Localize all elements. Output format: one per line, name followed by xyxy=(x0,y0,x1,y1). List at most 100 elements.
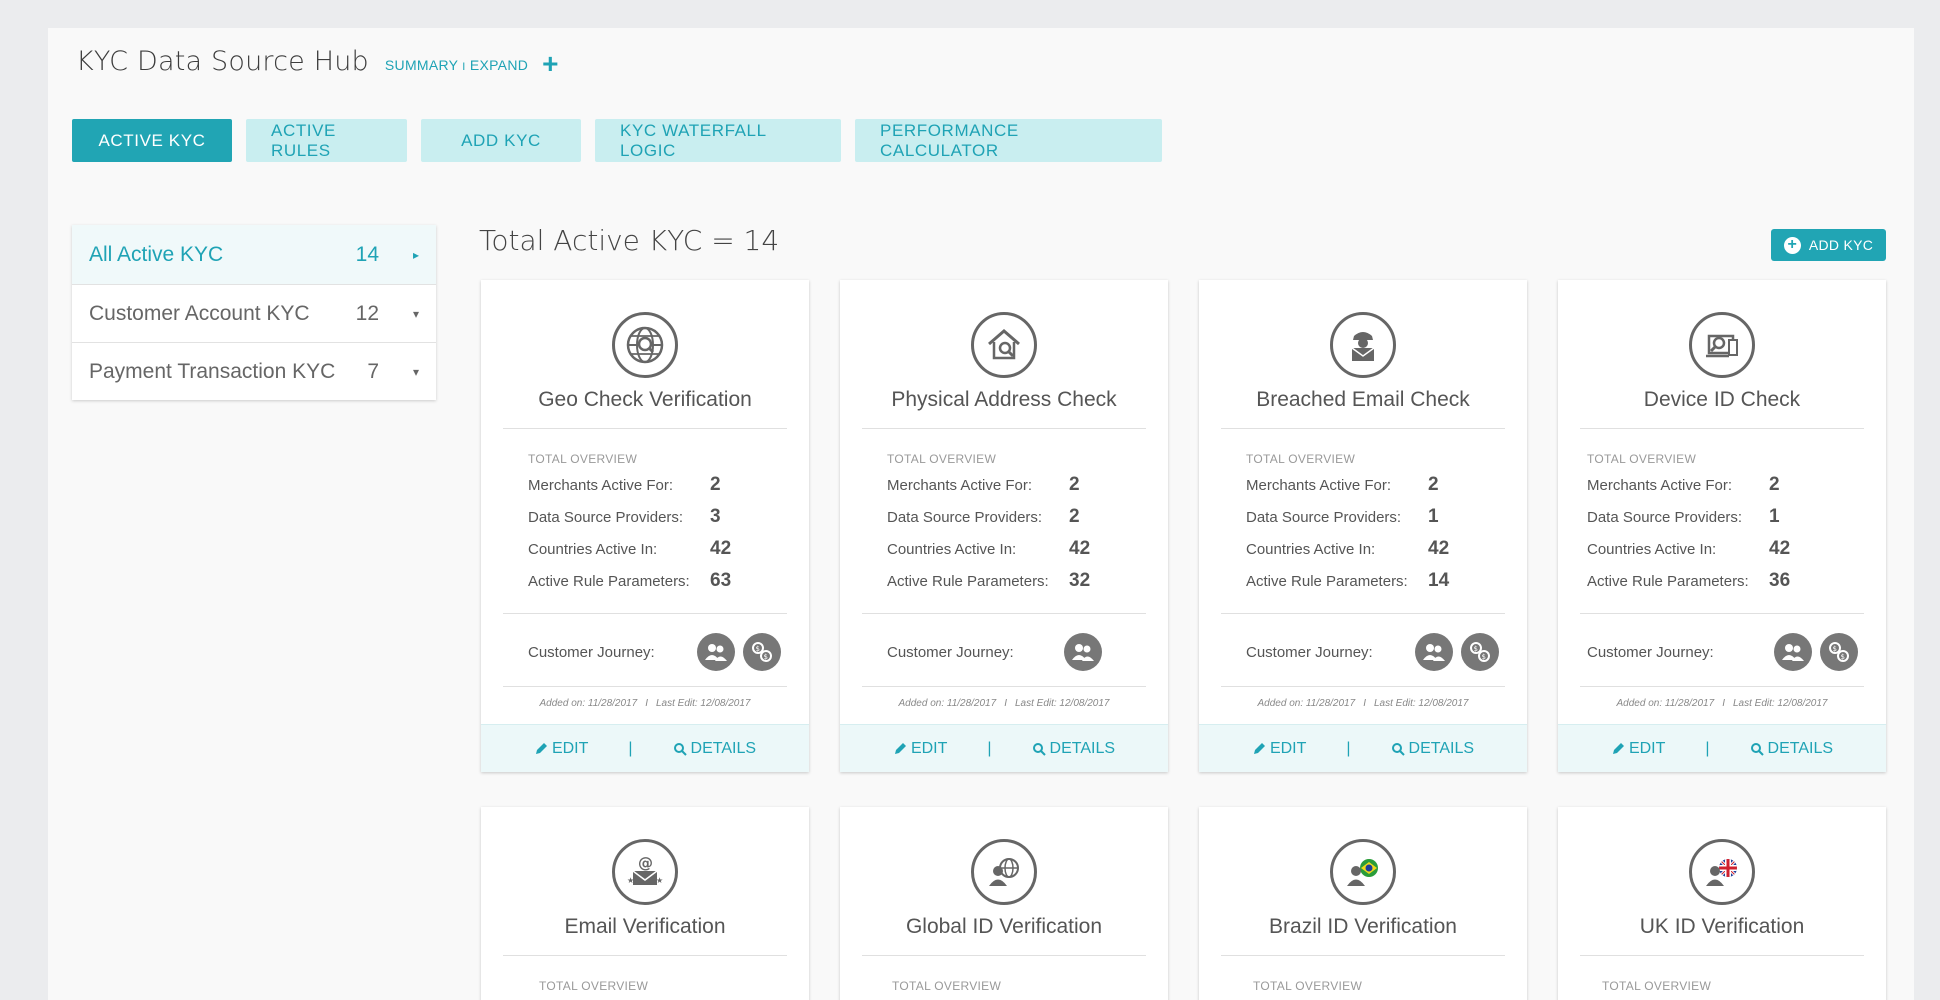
kyc-card-global-id: Global ID Verification TOTAL OVERVIEW xyxy=(840,807,1168,1000)
stat-value: 3 xyxy=(710,506,721,527)
divider xyxy=(1580,613,1864,614)
view-toggle-separator: I xyxy=(462,61,466,73)
pencil-icon xyxy=(535,742,547,754)
details-label: DETAILS xyxy=(1408,739,1475,757)
kyc-card-physical-address: Physical Address Check TOTAL OVERVIEW Me… xyxy=(840,280,1168,772)
action-separator: | xyxy=(628,739,633,757)
divider xyxy=(503,955,787,956)
stat-value: 32 xyxy=(1069,570,1091,591)
overview-label: TOTAL OVERVIEW xyxy=(1253,979,1363,993)
divider xyxy=(503,686,787,687)
edit-button[interactable]: EDIT xyxy=(1252,740,1306,758)
stat-providers: Data Source Providers: 3 xyxy=(528,506,721,528)
payment-journey-icon: $ $ xyxy=(1820,633,1858,671)
stat-value: 1 xyxy=(1428,506,1439,527)
last-edit-date: Last Edit: 12/08/2017 xyxy=(1732,698,1828,709)
svg-text:★: ★ xyxy=(656,876,663,885)
date-separator: I xyxy=(645,698,648,709)
pencil-icon xyxy=(1612,742,1624,754)
plus-icon[interactable]: + xyxy=(542,50,558,78)
stat-merchants: Merchants Active For: 2 xyxy=(1246,474,1439,496)
edit-button[interactable]: EDIT xyxy=(1611,740,1665,758)
stat-countries: Countries Active In: 42 xyxy=(1587,538,1790,560)
edit-button[interactable]: EDIT xyxy=(893,740,947,758)
divider xyxy=(1221,686,1505,687)
card-dates: Added on: 11/28/2017 I Last Edit: 12/08/20… xyxy=(1199,698,1527,709)
stat-label: Active Rule Parameters: xyxy=(528,572,690,590)
stat-label: Merchants Active For: xyxy=(1246,476,1392,494)
stat-label: Data Source Providers: xyxy=(1246,508,1402,526)
customer-journey: Customer Journey: $ $ xyxy=(1246,632,1499,672)
details-button[interactable]: DETAILS xyxy=(1391,739,1475,758)
date-separator: I xyxy=(1722,698,1725,709)
divider xyxy=(1580,428,1864,429)
stat-value: 42 xyxy=(1428,538,1450,559)
caret-down-icon: ▾ xyxy=(412,364,419,379)
sidebar-item-count: 14 xyxy=(355,242,379,266)
account-journey-icon xyxy=(1064,633,1102,671)
person-globe-icon xyxy=(971,839,1037,905)
stat-value: 2 xyxy=(1069,506,1080,527)
overview-label: TOTAL OVERVIEW xyxy=(887,452,997,466)
tab-add-kyc[interactable]: ADD KYC xyxy=(421,119,581,162)
svg-text:$: $ xyxy=(756,645,760,653)
stat-rules: Active Rule Parameters: 32 xyxy=(887,570,1090,592)
summary-link[interactable]: SUMMARY xyxy=(385,57,458,73)
tab-kyc-waterfall-logic[interactable]: KYC WATERFALL LOGIC xyxy=(595,119,841,162)
card-actions: EDIT | DETAILS xyxy=(1199,724,1527,772)
last-edit-date: Last Edit: 12/08/2017 xyxy=(1373,698,1469,709)
stat-label: Data Source Providers: xyxy=(528,508,684,526)
svg-text:$: $ xyxy=(1833,645,1837,653)
stat-value: 36 xyxy=(1769,570,1791,591)
stat-label: Merchants Active For: xyxy=(1587,476,1733,494)
pencil-icon xyxy=(894,742,906,754)
tab-active-rules[interactable]: ACTIVE RULES xyxy=(246,119,407,162)
tab-bar: ACTIVE KYC ACTIVE RULES ADD KYC KYC WATE… xyxy=(72,119,1162,162)
search-icon xyxy=(673,742,687,756)
journey-label: Customer Journey: xyxy=(1246,643,1373,661)
card-dates: Added on: 11/28/2017 I Last Edit: 12/08/20… xyxy=(840,698,1168,709)
edit-label: EDIT xyxy=(1269,739,1307,757)
overview-label: TOTAL OVERVIEW xyxy=(539,979,649,993)
card-title: Physical Address Check xyxy=(891,388,1117,411)
pencil-icon xyxy=(1253,742,1265,754)
added-date: Added on: 11/28/2017 xyxy=(1257,698,1356,709)
svg-text:$: $ xyxy=(1482,653,1486,661)
spy-envelope-icon xyxy=(1330,312,1396,378)
edit-label: EDIT xyxy=(910,739,948,757)
add-circle-icon: + xyxy=(1783,236,1801,254)
edit-label: EDIT xyxy=(551,739,589,757)
globe-search-icon xyxy=(612,312,678,378)
details-button[interactable]: DETAILS xyxy=(673,740,756,758)
stat-label: Active Rule Parameters: xyxy=(1587,572,1749,590)
sidebar-item-customer-account-kyc[interactable]: Customer Account KYC 12 ▾ xyxy=(72,284,436,342)
stat-value: 42 xyxy=(1069,538,1091,559)
sidebar-item-payment-transaction-kyc[interactable]: Payment Transaction KYC 7 ▾ xyxy=(72,342,436,400)
stat-providers: Data Source Providers: 2 xyxy=(887,506,1080,528)
stat-label: Merchants Active For: xyxy=(887,476,1033,494)
stat-merchants: Merchants Active For: 2 xyxy=(887,474,1080,496)
page-header: KYC Data Source Hub SUMMARY I EXPAND + xyxy=(76,46,559,78)
stat-value: 1 xyxy=(1769,506,1780,527)
tab-performance-calculator[interactable]: PERFORMANCE CALCULATOR xyxy=(855,119,1162,162)
details-button[interactable]: DETAILS xyxy=(1750,740,1833,758)
customer-journey: Customer Journey: xyxy=(887,632,1140,672)
divider xyxy=(1580,955,1864,956)
search-icon xyxy=(1391,742,1405,756)
kyc-card-geo-check: Geo Check Verification TOTAL OVERVIEW Me… xyxy=(481,280,809,772)
details-button[interactable]: DETAILS xyxy=(1032,740,1115,758)
search-icon xyxy=(1750,742,1764,756)
stat-providers: Data Source Providers: 1 xyxy=(1246,506,1439,528)
expand-link[interactable]: EXPAND xyxy=(470,57,528,73)
stat-rules: Active Rule Parameters: 36 xyxy=(1587,570,1790,592)
sidebar-item-label: All Active KYC xyxy=(89,242,224,266)
tab-active-kyc[interactable]: ACTIVE KYC xyxy=(72,119,232,162)
stat-label: Countries Active In: xyxy=(887,540,1017,558)
divider xyxy=(862,428,1146,429)
stat-value: 2 xyxy=(1769,474,1780,495)
edit-button[interactable]: EDIT xyxy=(534,740,588,758)
add-kyc-button[interactable]: + ADD KYC xyxy=(1771,229,1886,261)
view-toggle: SUMMARY I EXPAND xyxy=(385,57,528,73)
card-actions: EDIT | DETAILS xyxy=(1558,724,1886,772)
sidebar-item-all-active-kyc[interactable]: All Active KYC 14 ▸ xyxy=(72,225,436,284)
